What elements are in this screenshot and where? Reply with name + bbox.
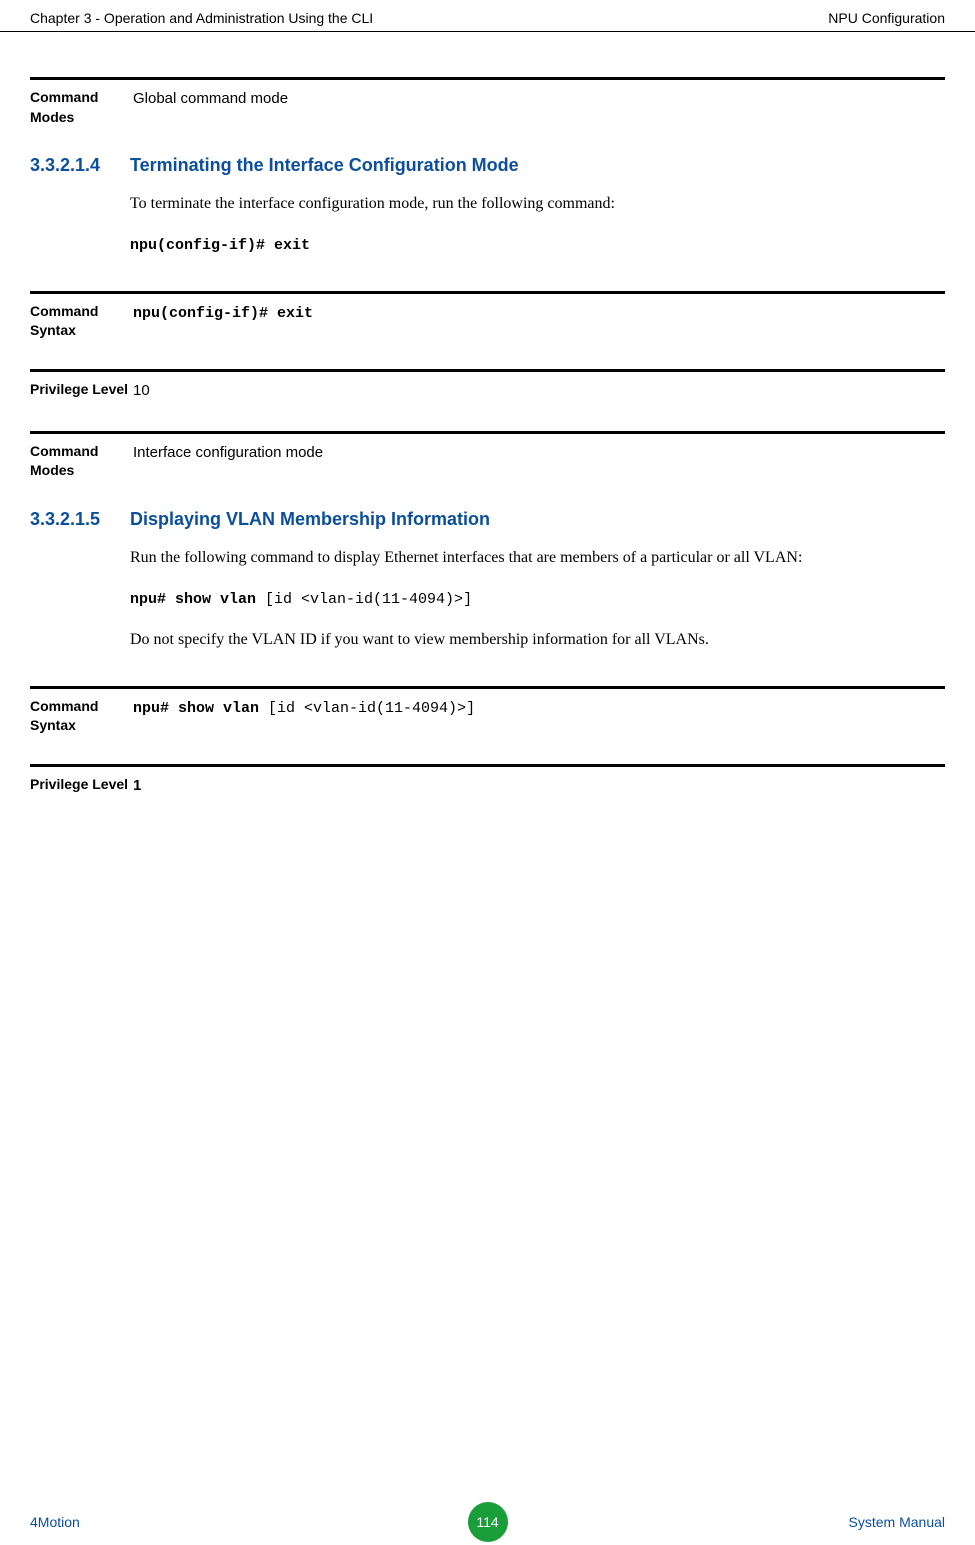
command-rest: [id <vlan-id(11-4094)>] xyxy=(265,591,472,608)
command-syntax-row-2: Command Syntax npu# show vlan [id <vlan-… xyxy=(30,686,945,736)
footer-left: 4Motion xyxy=(30,1514,80,1530)
spacer xyxy=(30,351,945,369)
page-number-badge: 114 xyxy=(468,1502,508,1542)
body-command: npu(config-if)# exit xyxy=(130,231,945,259)
section-heading-1: 3.3.2.1.4 Terminating the Interface Conf… xyxy=(30,155,945,176)
syntax-rest: [id <vlan-id(11-4094)>] xyxy=(268,700,475,717)
command-bold: npu# show vlan xyxy=(130,591,265,608)
row-label: Command Modes xyxy=(30,88,130,127)
row-value: 10 xyxy=(130,380,945,403)
spacer xyxy=(30,746,945,764)
row-label: Privilege Level xyxy=(30,775,130,798)
row-value: npu# show vlan [id <vlan-id(11-4094)>] xyxy=(130,697,945,736)
heading-number: 3.3.2.1.4 xyxy=(30,155,130,176)
command-modes-row-1: Command Modes Global command mode xyxy=(30,77,945,127)
row-label: Command Modes xyxy=(30,442,130,481)
syntax-bold: npu# show vlan xyxy=(133,700,268,717)
footer-right: System Manual xyxy=(849,1514,945,1530)
row-value: 1 xyxy=(130,775,945,798)
section-heading-2: 3.3.2.1.5 Displaying VLAN Membership Inf… xyxy=(30,509,945,530)
spacer xyxy=(30,52,945,77)
heading-number: 3.3.2.1.5 xyxy=(30,509,130,530)
privilege-level-row-1: Privilege Level 10 xyxy=(30,369,945,403)
command-modes-row-2: Command Modes Interface configuration mo… xyxy=(30,431,945,481)
syntax-text: npu(config-if)# exit xyxy=(133,305,313,322)
row-value: Interface configuration mode xyxy=(130,442,945,481)
page-header: Chapter 3 - Operation and Administration… xyxy=(0,0,975,32)
body-paragraph: To terminate the interface configuration… xyxy=(130,190,945,217)
spacer xyxy=(30,413,945,431)
row-value: npu(config-if)# exit xyxy=(130,302,945,341)
footer-center: 114 xyxy=(468,1502,508,1542)
page-content: Command Modes Global command mode 3.3.2.… xyxy=(0,32,975,797)
row-label: Command Syntax xyxy=(30,302,130,341)
page-footer: 4Motion 114 System Manual xyxy=(0,1514,975,1530)
body-paragraph: Do not specify the VLAN ID if you want t… xyxy=(130,626,945,653)
header-left: Chapter 3 - Operation and Administration… xyxy=(30,10,373,26)
body-command: npu# show vlan [id <vlan-id(11-4094)>] xyxy=(130,585,945,613)
heading-title: Displaying VLAN Membership Information xyxy=(130,509,945,530)
privilege-value: 1 xyxy=(133,777,141,794)
header-right: NPU Configuration xyxy=(828,10,945,26)
body-paragraph: Run the following command to display Eth… xyxy=(130,544,945,571)
command-text: npu(config-if)# exit xyxy=(130,237,310,254)
row-label: Command Syntax xyxy=(30,697,130,736)
privilege-level-row-2: Privilege Level 1 xyxy=(30,764,945,798)
heading-title: Terminating the Interface Configuration … xyxy=(130,155,945,176)
spacer xyxy=(30,273,945,291)
row-label: Privilege Level xyxy=(30,380,130,403)
command-syntax-row-1: Command Syntax npu(config-if)# exit xyxy=(30,291,945,341)
spacer xyxy=(30,668,945,686)
row-value: Global command mode xyxy=(130,88,945,127)
